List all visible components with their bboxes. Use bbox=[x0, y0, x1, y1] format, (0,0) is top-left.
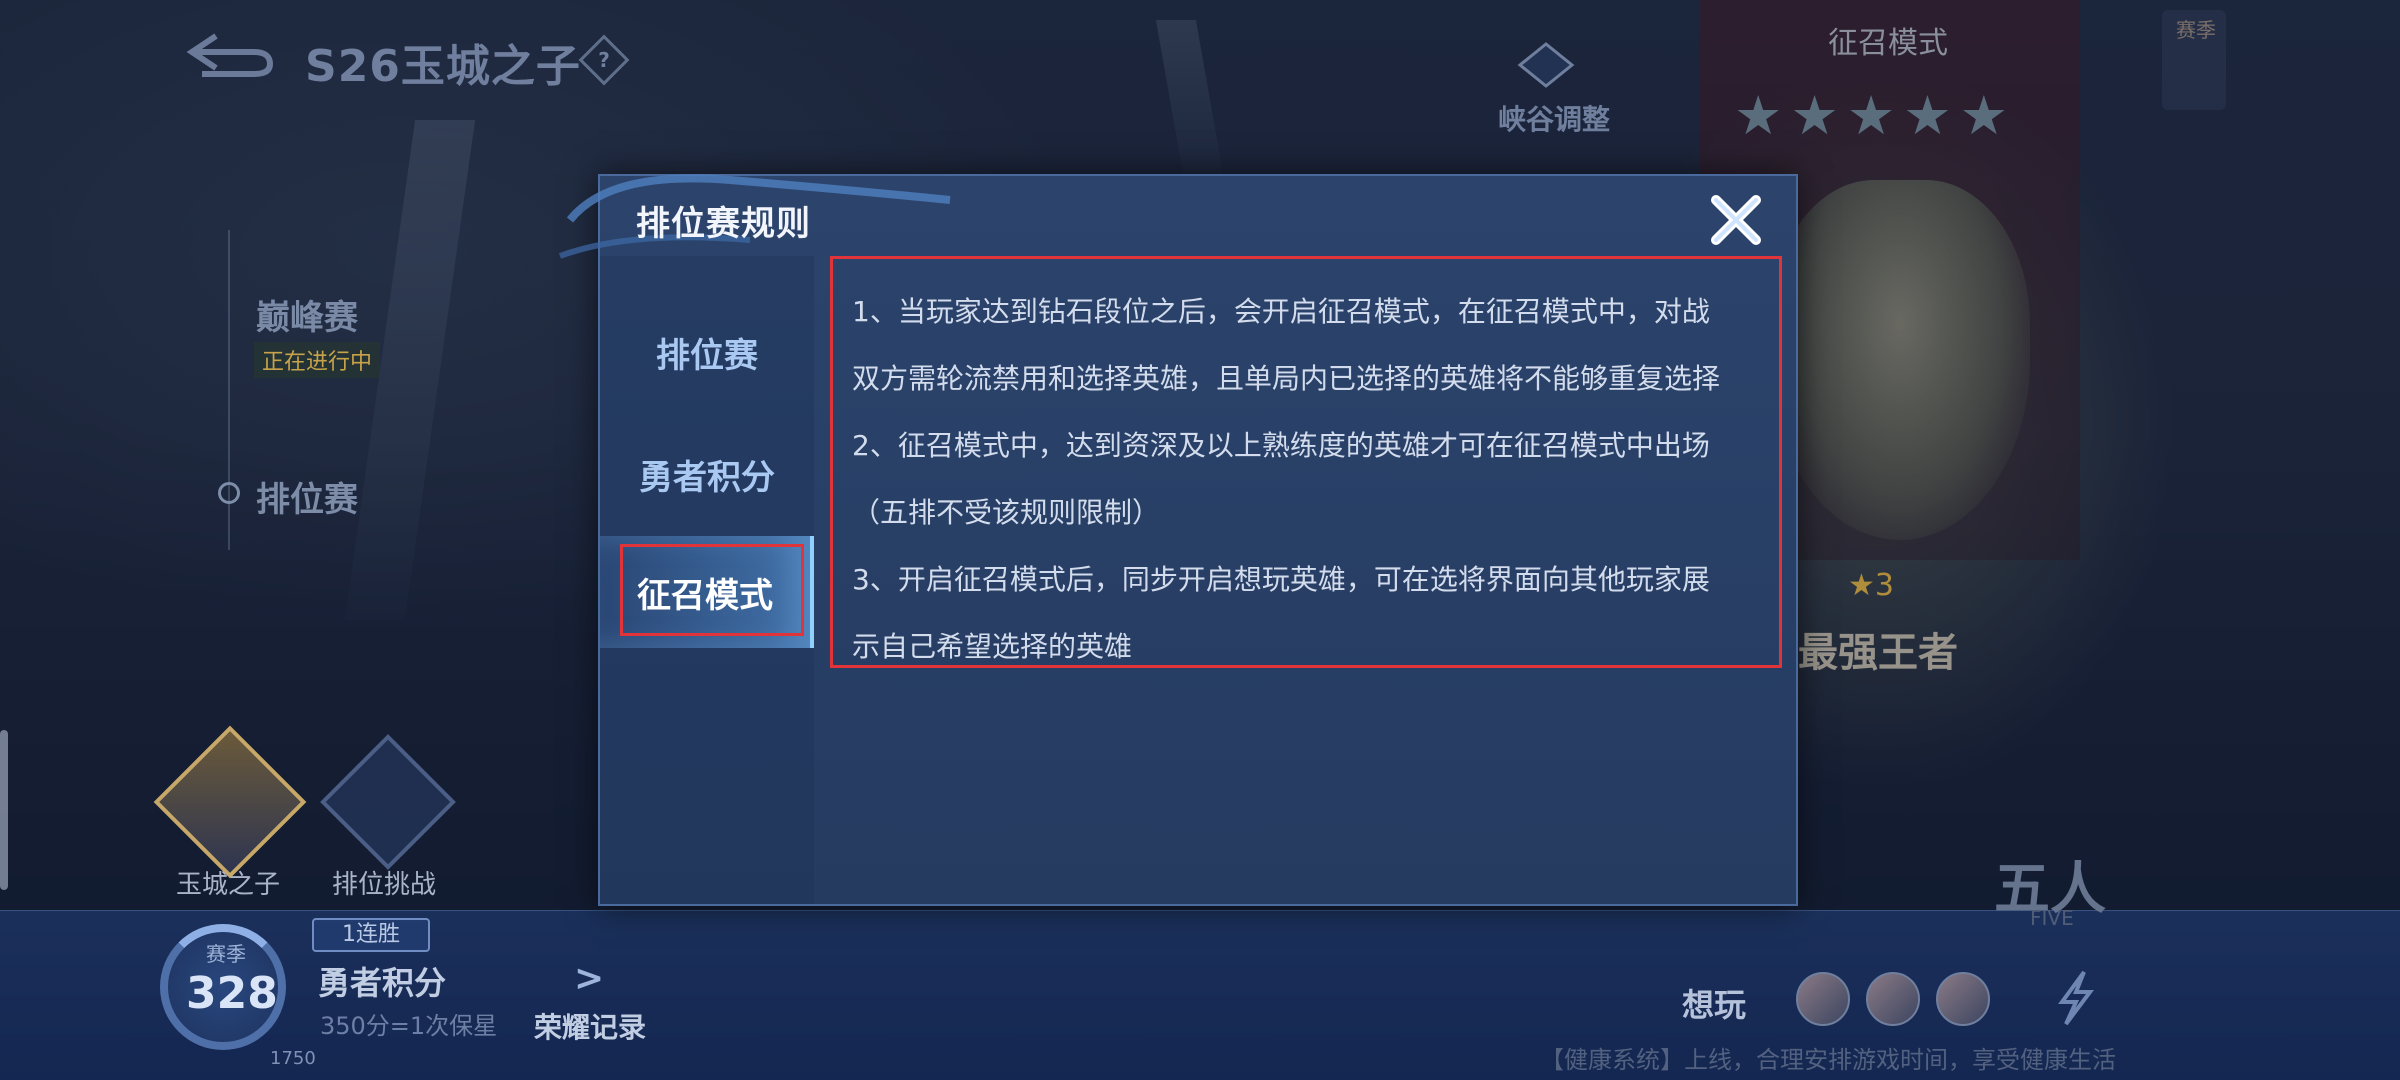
rule-line: 双方需轮流禁用和选择英雄，且单局内已选择的英雄将不能够重复选择 bbox=[852, 362, 1721, 395]
five-player-sub: FIVE bbox=[2030, 906, 2074, 930]
season-title: S26玉城之子 bbox=[305, 41, 581, 92]
brave-points-sub: 350分=1次保星 bbox=[320, 1012, 498, 1040]
rule-line: 示自己希望选择的英雄 bbox=[852, 630, 1133, 663]
lightning-icon[interactable] bbox=[2048, 968, 2102, 1028]
rule-line: （五排不受该规则限制） bbox=[852, 496, 1161, 529]
king-rank-title: 最强王者 bbox=[1798, 630, 1958, 676]
health-system-notice: 【健康系统】上线，合理安排游戏时间，享受健康生活 bbox=[1540, 1046, 2116, 1074]
rank-challenge-label: 排位挑战 bbox=[332, 870, 437, 900]
help-symbol: ? bbox=[598, 48, 610, 72]
back-arrow-icon[interactable] bbox=[182, 28, 278, 80]
honor-record-button[interactable]: 荣耀记录 bbox=[534, 1006, 646, 1046]
want-to-play-label: 想玩 bbox=[1682, 986, 1747, 1024]
canyon-adjust-label[interactable]: 峡谷调整 bbox=[1498, 98, 1610, 138]
dialog-title: 排位赛规则 bbox=[636, 204, 811, 244]
king-star-count: ★3 bbox=[1848, 568, 1894, 603]
canyon-icon[interactable] bbox=[1516, 40, 1576, 90]
peak-status-badge: 正在进行中 bbox=[254, 342, 381, 378]
season-badge-label: 赛季 bbox=[2176, 18, 2216, 42]
rule-line: 3、开启征召模式后，同步开启想玩英雄，可在选将界面向其他玩家展 bbox=[852, 563, 1710, 596]
avatar-label: 玉城之子 bbox=[176, 870, 281, 900]
tab-label: 勇者积分 bbox=[639, 457, 775, 498]
want-hero-avatar[interactable] bbox=[1866, 972, 1920, 1026]
rule-line: 2、征召模式中，达到资深及以上熟练度的英雄才可在征召模式中出场 bbox=[852, 429, 1710, 462]
close-icon[interactable] bbox=[1704, 188, 1768, 252]
want-hero-avatar[interactable] bbox=[1936, 972, 1990, 1026]
season-ring-label: 赛季 bbox=[206, 942, 246, 966]
tab-ranked[interactable]: 排位赛 bbox=[600, 296, 814, 408]
season-ring-value: 328 bbox=[186, 968, 278, 1019]
brave-points-label[interactable]: 勇者积分 bbox=[318, 958, 446, 1004]
ranked-selected-dot bbox=[218, 482, 240, 504]
season-ring-sub: 1750 bbox=[270, 1048, 316, 1069]
win-streak-badge: 1连胜 bbox=[312, 918, 430, 952]
banner-title: 征召模式 bbox=[1828, 26, 1948, 61]
edge-scroll-handle[interactable] bbox=[0, 730, 8, 890]
rule-line: 1、当玩家达到钻石段位之后，会开启征召模式，在征召模式中，对战 bbox=[852, 295, 1710, 328]
side-menu-peak[interactable]: 巅峰赛 bbox=[256, 290, 358, 339]
chevron-right-icon[interactable]: > bbox=[574, 958, 604, 999]
tab-label: 排位赛 bbox=[656, 335, 758, 376]
tab-brave-points[interactable]: 勇者积分 bbox=[600, 418, 814, 530]
side-menu-ranked[interactable]: 排位赛 bbox=[256, 472, 358, 521]
tab-highlight-box bbox=[620, 544, 804, 636]
banner-stars: ★★★★★ bbox=[1734, 84, 2017, 147]
want-hero-avatar[interactable] bbox=[1796, 972, 1850, 1026]
